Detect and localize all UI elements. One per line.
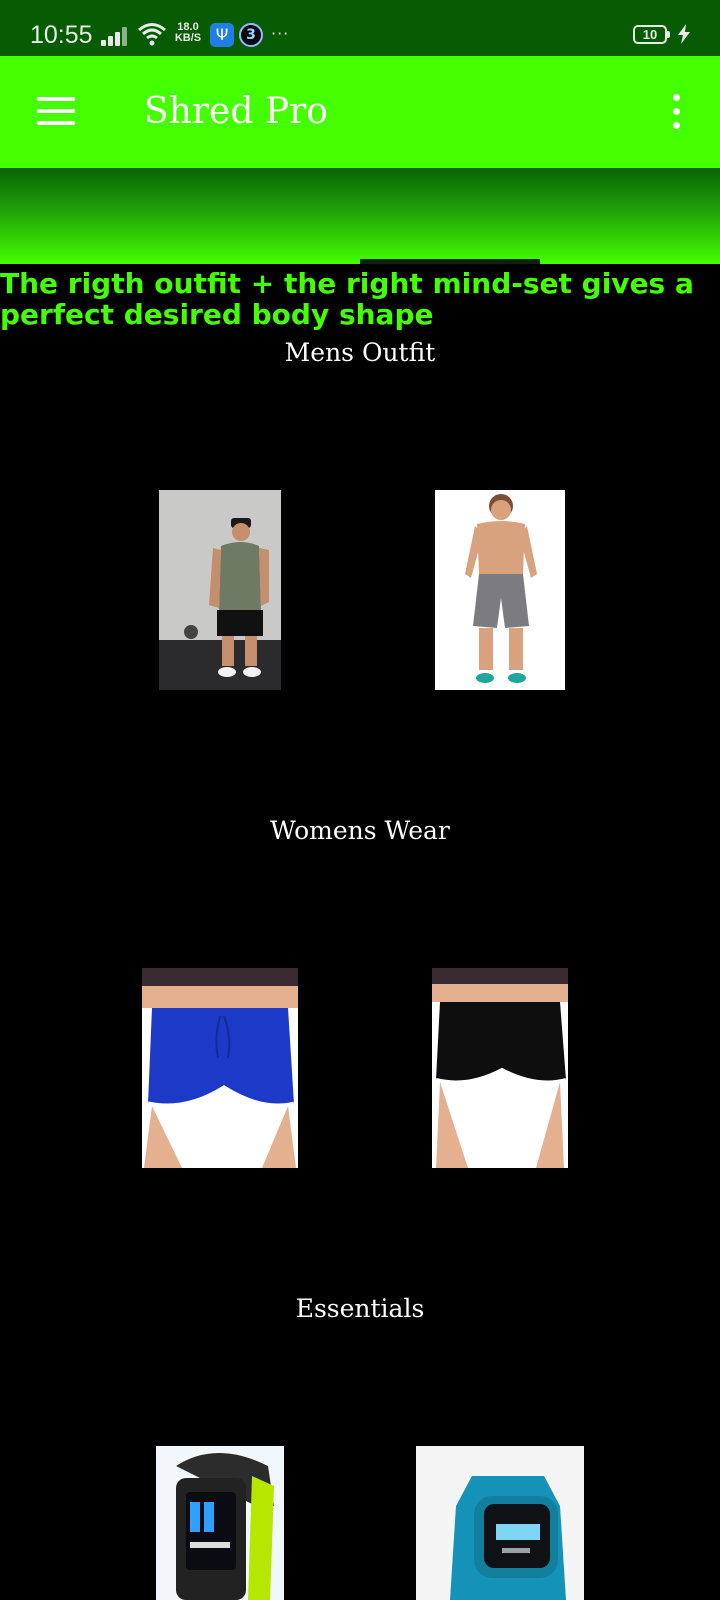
app-notification-icon: 3 xyxy=(239,23,263,47)
section-title-womens-wear: Womens Wear xyxy=(270,816,450,845)
network-speed-unit: KB/S xyxy=(174,32,202,44)
section-title-essentials: Essentials xyxy=(295,1294,425,1323)
app-bar: Shred Pro xyxy=(0,56,720,168)
battery-icon: 10 xyxy=(633,25,670,44)
signal-icon xyxy=(101,27,129,46)
header-banner xyxy=(0,168,720,264)
product-image-black-womens-shorts[interactable] xyxy=(432,968,568,1168)
product-image-fitness-band[interactable] xyxy=(156,1446,284,1600)
wifi-icon xyxy=(138,23,166,46)
menu-icon[interactable] xyxy=(37,97,75,125)
battery-level: 10 xyxy=(642,27,658,42)
product-image-blue-smartwatch[interactable] xyxy=(416,1446,584,1600)
product-image-blue-womens-shorts[interactable] xyxy=(142,968,298,1168)
more-notifications-icon: ··· xyxy=(271,24,290,43)
tagline: The rigth outfit + the right mind-set gi… xyxy=(0,267,694,331)
section-title-mens-outfit: Mens Outfit xyxy=(284,338,436,367)
usb-icon: Ψ xyxy=(210,23,234,47)
charging-icon xyxy=(678,24,690,44)
status-time: 10:55 xyxy=(30,21,93,49)
network-speed: 18.0 KB/S xyxy=(173,22,203,44)
overflow-menu-icon[interactable] xyxy=(664,94,688,130)
status-bar: 10:55 18.0 KB/S Ψ 3 ··· 10 xyxy=(0,0,720,56)
app-title: Shred Pro xyxy=(144,91,328,132)
product-image-man-tank-top[interactable] xyxy=(159,490,281,690)
tab-indicator xyxy=(360,259,540,264)
product-image-man-grey-shorts[interactable] xyxy=(435,490,565,690)
